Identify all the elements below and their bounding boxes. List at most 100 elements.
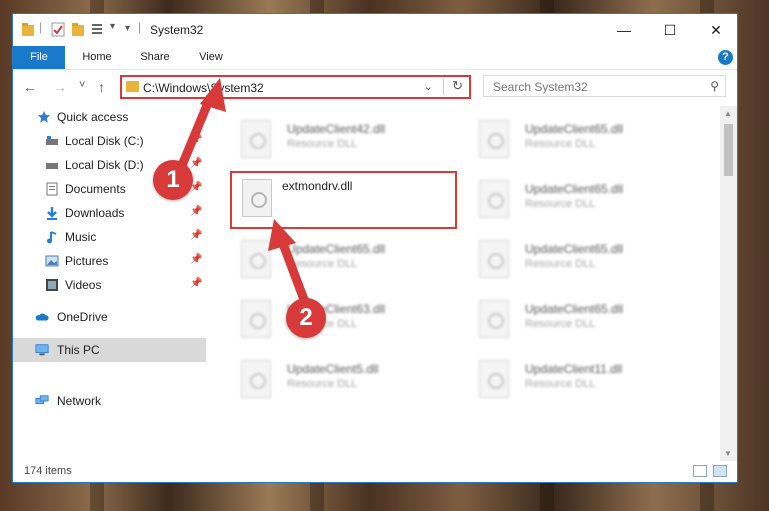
refresh-icon[interactable]: ↻: [452, 78, 463, 94]
toolbar-separator: |: [39, 20, 43, 34]
pin-icon: 📌: [190, 254, 203, 265]
vertical-scrollbar[interactable]: ▲ ▼: [720, 106, 737, 461]
file-name: UpdateClient65.dll: [525, 122, 624, 136]
drive-icon: [46, 163, 58, 169]
file-name: UpdateClient65.dll: [525, 242, 624, 256]
help-button[interactable]: ?: [718, 50, 733, 65]
file-item[interactable]: UpdateClient11.dll Resource DLL: [471, 354, 701, 404]
computer-icon: [35, 344, 49, 356]
sidebar-item-videos[interactable]: Videos 📌: [13, 274, 206, 296]
folder-icon: [126, 81, 139, 92]
file-item[interactable]: UpdateClient65.dll Resource DLL: [471, 234, 701, 284]
title-bar: | ▾ ▾ | System32 — ☐ ✕: [13, 14, 737, 46]
properties-icon[interactable]: [51, 21, 65, 39]
file-name: UpdateClient65.dll: [525, 302, 624, 316]
pin-icon: 📌: [190, 206, 203, 217]
tab-home[interactable]: Home: [75, 46, 119, 69]
navigation-bar: ← → ˅ ↑ C:\Windows\System32 ⌄ ↻ Search S…: [13, 70, 737, 104]
search-icon: ⚲: [710, 79, 719, 93]
file-type: Resource DLL: [525, 258, 596, 270]
recent-locations-button[interactable]: ˅: [79, 79, 85, 91]
file-type: Resource DLL: [525, 138, 596, 150]
sidebar-item-label: Quick access: [57, 110, 129, 124]
sidebar-item-onedrive[interactable]: OneDrive: [13, 306, 206, 328]
status-bar: 174 items: [13, 461, 737, 482]
file-type: Resource DLL: [525, 318, 596, 330]
search-input[interactable]: Search System32 ⚲: [483, 75, 726, 97]
drive-icon: [46, 136, 58, 145]
minimize-button[interactable]: —: [601, 14, 647, 46]
video-icon: [46, 279, 58, 291]
sidebar-item-label: Documents: [65, 182, 126, 196]
pictures-icon: [45, 255, 59, 267]
search-placeholder: Search System32: [493, 80, 588, 94]
step-badge-1: 1: [153, 160, 193, 200]
sidebar-item-label: Downloads: [65, 206, 125, 220]
dll-file-icon: [479, 180, 509, 218]
network-icon: [35, 395, 49, 405]
maximize-button[interactable]: ☐: [647, 14, 693, 46]
step-badge-2: 2: [286, 298, 326, 338]
back-button[interactable]: ←: [23, 79, 37, 95]
window-title: System32: [150, 23, 204, 37]
file-type: Resource DLL: [287, 138, 358, 150]
tab-file[interactable]: File: [13, 46, 65, 69]
dll-file-icon: [479, 120, 509, 158]
file-item[interactable]: UpdateClient65.dll Resource DLL: [471, 174, 701, 224]
file-type: Resource DLL: [287, 378, 358, 390]
file-name: UpdateClient11.dll: [525, 362, 623, 376]
sidebar-item-label: OneDrive: [57, 310, 108, 324]
details-view-icon[interactable]: [693, 465, 707, 477]
pin-icon: 📌: [190, 230, 203, 241]
sidebar-item-label: Network: [57, 394, 102, 408]
file-item[interactable]: UpdateClient5.dll Resource DLL: [233, 354, 463, 404]
sidebar-item-label: This PC: [57, 343, 100, 357]
music-icon: [47, 231, 57, 244]
chevron-down-icon[interactable]: ⌄: [424, 80, 433, 93]
explorer-window: | ▾ ▾ | System32 — ☐ ✕ File Home Share V…: [12, 13, 738, 483]
sidebar-item-label: Videos: [65, 278, 102, 292]
forward-button[interactable]: →: [53, 79, 67, 95]
scroll-up-icon[interactable]: ▲: [724, 109, 732, 118]
tab-share[interactable]: Share: [133, 46, 177, 69]
dll-file-icon: [241, 360, 271, 398]
file-item[interactable]: UpdateClient65.dll Resource DLL: [471, 114, 701, 164]
large-icons-view-icon[interactable]: [713, 465, 727, 477]
customize-toolbar-icon[interactable]: [91, 21, 107, 39]
chevron-down-icon[interactable]: ▾: [110, 21, 115, 39]
sidebar-item-pictures[interactable]: Pictures 📌: [13, 250, 206, 272]
title-separator: |: [138, 20, 142, 34]
pin-icon: 📌: [190, 278, 203, 289]
folder-icon[interactable]: [21, 21, 35, 39]
scroll-down-icon[interactable]: ▼: [724, 449, 732, 458]
tab-view[interactable]: View: [189, 46, 233, 69]
dll-file-icon: [479, 240, 509, 278]
sidebar-item-label: Music: [65, 230, 97, 244]
sidebar-item-music[interactable]: Music 📌: [13, 226, 206, 248]
new-folder-icon[interactable]: [71, 21, 85, 39]
ribbon: File Home Share View ?: [13, 46, 737, 70]
dropdown-icon[interactable]: ▾: [125, 23, 130, 41]
file-name: UpdateClient65.dll: [525, 182, 624, 196]
file-name: UpdateClient42.dll: [287, 122, 386, 136]
dll-file-icon: [242, 179, 272, 217]
item-count: 174 items: [24, 465, 72, 477]
file-item[interactable]: UpdateClient65.dll Resource DLL: [471, 294, 701, 344]
sidebar-item-label: Local Disk (D:): [65, 158, 144, 172]
sidebar-item-downloads[interactable]: Downloads 📌: [13, 202, 206, 224]
sidebar-item-label: Pictures: [65, 254, 109, 268]
up-button[interactable]: ↑: [98, 79, 105, 95]
download-icon: [47, 207, 57, 220]
dll-file-icon: [479, 360, 509, 398]
file-type: Resource DLL: [525, 198, 596, 210]
dll-file-icon: [479, 300, 509, 338]
file-type: Resource DLL: [525, 378, 596, 390]
close-button[interactable]: ✕: [693, 14, 737, 46]
file-name: extmondrv.dll: [282, 179, 353, 193]
star-icon: [38, 111, 50, 123]
dll-file-icon: [241, 120, 271, 158]
sidebar-item-this-pc[interactable]: This PC: [13, 338, 206, 362]
scrollbar-thumb[interactable]: [724, 124, 733, 176]
sidebar-item-network[interactable]: Network: [13, 390, 206, 412]
file-item[interactable]: UpdateClient42.dll Resource DLL: [233, 114, 463, 164]
